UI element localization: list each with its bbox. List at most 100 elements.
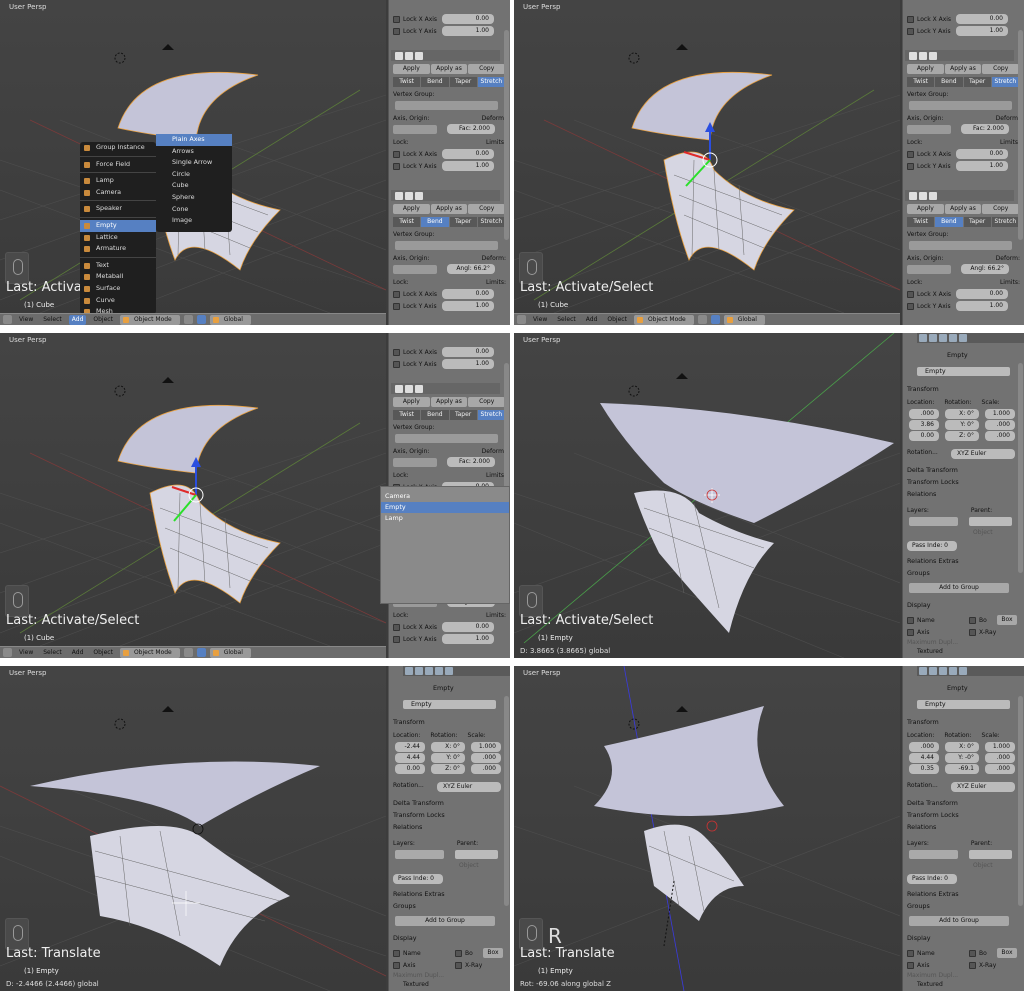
menu-select[interactable]: Select (40, 315, 65, 325)
xray-checkbox[interactable] (969, 961, 976, 969)
shading-icon[interactable] (183, 648, 193, 657)
copy-button[interactable]: Copy (468, 204, 506, 214)
world-icon[interactable] (929, 334, 937, 342)
apply-button[interactable]: Apply (393, 64, 430, 74)
menu-item-group-instance[interactable]: Group Instance (80, 142, 156, 154)
tab-twist[interactable]: Twist (393, 77, 421, 87)
properties-tabs[interactable] (403, 666, 510, 676)
limit-max[interactable]: 1.00 (442, 301, 494, 311)
tab-stretch[interactable]: Stretch (477, 410, 505, 420)
tab-twist[interactable]: Twist (907, 77, 935, 87)
lock-x-checkbox[interactable] (393, 150, 400, 158)
limit-max[interactable]: 1.00 (442, 26, 494, 36)
modifier-header[interactable] (391, 50, 500, 61)
visibility-icon[interactable] (405, 51, 413, 60)
3d-viewport[interactable]: User Persp Last: Activate/Select (1) Cub… (0, 0, 386, 325)
add-to-group-button[interactable]: Add to Group (909, 916, 1009, 926)
modifier-header[interactable] (391, 190, 500, 201)
loc-field-1[interactable]: 4.44 (395, 753, 425, 763)
lock-x-checkbox[interactable] (393, 15, 400, 23)
xray-checkbox[interactable] (969, 628, 976, 636)
relations-extras-header[interactable]: Relations Extras (907, 557, 1016, 565)
parent-field[interactable] (969, 517, 1012, 526)
limit-min[interactable]: 0.00 (442, 289, 494, 299)
loc-field-2[interactable]: 0.35 (909, 764, 939, 774)
submenu-sphere[interactable]: Sphere (156, 192, 232, 204)
lock-y-checkbox[interactable] (393, 162, 400, 170)
rot-field-0[interactable]: X: 0° (945, 742, 979, 752)
scene-icon[interactable] (919, 334, 927, 342)
limit-min[interactable]: 0.00 (442, 622, 494, 632)
lock-y-checkbox[interactable] (907, 302, 914, 310)
layers-grid[interactable] (395, 850, 444, 859)
menu-view[interactable]: View (530, 315, 550, 325)
apply-as-button[interactable]: Apply as (430, 64, 468, 74)
copy-button[interactable]: Copy (982, 204, 1020, 214)
tab-twist[interactable]: Twist (907, 217, 935, 227)
visibility-icon[interactable] (405, 384, 413, 393)
pass-index-field[interactable]: Pass Inde: 0 (393, 874, 443, 884)
display-header[interactable]: Display (907, 601, 1016, 609)
limit-min[interactable]: 0.00 (956, 289, 1008, 299)
lock-y-checkbox[interactable] (393, 27, 400, 35)
relations-extras-header[interactable]: Relations Extras (907, 890, 1016, 898)
scrollbar[interactable] (504, 30, 509, 240)
tab-stretch[interactable]: Stretch (477, 217, 505, 227)
apply-button[interactable]: Apply (907, 64, 944, 74)
submenu-image[interactable]: Image (156, 215, 232, 227)
transform-gizmo[interactable] (0, 333, 386, 646)
constraint-icon[interactable] (435, 667, 443, 675)
relations-header[interactable]: Relations (907, 490, 1016, 498)
origin-field[interactable] (393, 124, 437, 134)
bounds-type[interactable]: Box (997, 948, 1017, 958)
modifier-icon[interactable] (959, 667, 967, 675)
modifier-header[interactable] (391, 383, 500, 394)
bounds-checkbox[interactable] (455, 949, 462, 957)
scale-field-1[interactable]: .000 (471, 753, 501, 763)
submenu-cube[interactable]: Cube (156, 180, 232, 192)
axis-checkbox[interactable] (907, 961, 914, 969)
mode-selector[interactable]: Object Mode (119, 314, 180, 325)
apply-as-button[interactable]: Apply as (944, 204, 982, 214)
scrollbar[interactable] (1018, 30, 1023, 240)
lock-x-checkbox[interactable] (907, 290, 914, 298)
loc-field-0[interactable]: -2.44 (395, 742, 425, 752)
3d-viewport[interactable]: User Persp Last: Activate/Select (1) Cub… (514, 0, 900, 325)
deform-value[interactable]: Fac: 2.000 (961, 124, 1009, 134)
textured-select[interactable]: Textured (917, 981, 1016, 988)
menu-item-armature[interactable]: Armature (80, 243, 156, 255)
bounds-checkbox[interactable] (969, 616, 976, 624)
menu-item-force-field[interactable]: Force Field (80, 159, 156, 171)
apply-button[interactable]: Apply (907, 204, 944, 214)
deform-value[interactable]: Angl: 66.2° (447, 264, 495, 274)
popup-item-camera[interactable]: Camera (381, 491, 509, 502)
parent-type[interactable]: Object (973, 529, 1016, 536)
bounds-type[interactable]: Box (997, 615, 1017, 625)
deform-value[interactable]: Angl: 66.2° (961, 264, 1009, 274)
rot-field-2[interactable]: -69.1 (945, 764, 979, 774)
constraint-icon[interactable] (949, 667, 957, 675)
loc-field-0[interactable]: .000 (909, 409, 939, 419)
menu-item-lattice[interactable]: Lattice (80, 232, 156, 244)
render-icon[interactable] (415, 51, 423, 60)
manipulator-icon[interactable] (196, 648, 206, 657)
lock-x-checkbox[interactable] (393, 623, 400, 631)
menu-item-curve[interactable]: Curve (80, 295, 156, 307)
submenu-single-arrow[interactable]: Single Arrow (156, 157, 232, 169)
limit-max[interactable]: 1.00 (442, 634, 494, 644)
tab-stretch[interactable]: Stretch (477, 77, 505, 87)
scale-field-2[interactable]: .000 (471, 764, 501, 774)
scale-field-1[interactable]: .000 (985, 420, 1015, 430)
render-icon[interactable] (929, 191, 937, 200)
transform-gizmo[interactable] (514, 0, 900, 313)
properties-tabs[interactable] (917, 333, 1024, 343)
delta-transform-header[interactable]: Delta Transform (393, 799, 502, 807)
object-icon[interactable] (939, 334, 947, 342)
origin-field[interactable] (907, 124, 951, 134)
deform-value[interactable]: Fac: 2.000 (447, 124, 495, 134)
object-icon[interactable] (939, 667, 947, 675)
visibility-icon[interactable] (919, 51, 927, 60)
parent-field[interactable] (969, 850, 1012, 859)
origin-field[interactable] (393, 457, 437, 467)
manipulator-icon[interactable] (710, 315, 720, 324)
